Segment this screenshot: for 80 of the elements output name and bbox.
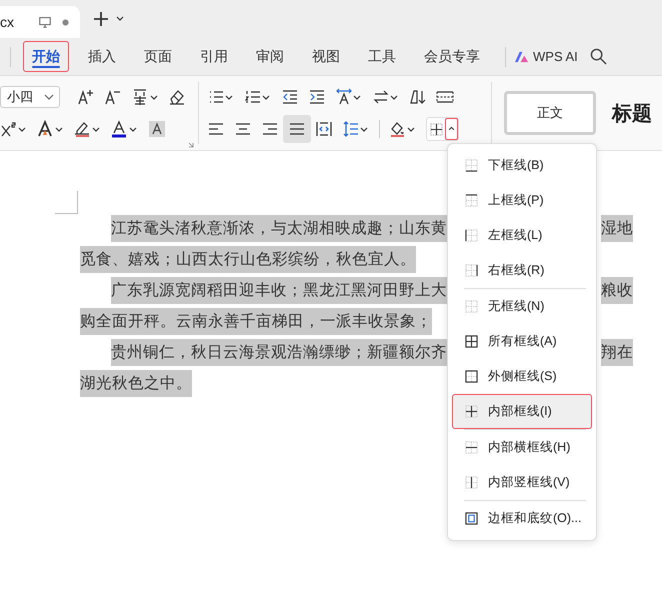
shrink-font-icon[interactable] — [104, 88, 122, 106]
menu-item[interactable]: 内部框线(I) — [452, 394, 592, 429]
line-spacing-icon[interactable] — [342, 120, 370, 138]
border-top-icon — [465, 194, 478, 207]
border-all-icon — [465, 335, 478, 348]
heading-style-tile[interactable]: 标题 — [612, 100, 652, 126]
menu-item-label: 下框线(B) — [488, 157, 544, 174]
font-size-value: 小四 — [7, 88, 33, 106]
ribbon-tab[interactable]: 页面 — [135, 41, 181, 72]
indent-icon[interactable] — [308, 88, 326, 106]
menu-item[interactable]: 无框线(N) — [452, 289, 592, 324]
menu-item-label: 边框和底纹(O)... — [488, 510, 582, 527]
document-text-fragment: 湿地 — [601, 215, 633, 242]
menu-item-label: 无框线(N) — [488, 298, 544, 315]
justify-icon[interactable] — [283, 115, 311, 143]
dialog-launcher-icon[interactable] — [188, 142, 194, 148]
menu-item[interactable]: 所有框线(A) — [452, 324, 592, 359]
ribbon-tab[interactable]: 会员专享 — [415, 41, 489, 72]
outdent-icon[interactable] — [281, 88, 299, 106]
menu-item[interactable]: 边框和底纹(O)... — [452, 501, 592, 536]
distributed-icon[interactable] — [315, 120, 333, 138]
document-tab-title: cx — [0, 14, 14, 30]
font-size-dropdown[interactable]: 小四 — [0, 86, 60, 108]
wps-ai-button[interactable]: WPS AI — [514, 49, 578, 64]
border-dialog-icon — [465, 512, 478, 525]
highlighter-icon[interactable] — [74, 120, 102, 138]
superscript-icon[interactable] — [0, 120, 28, 138]
menu-item-label: 上框线(P) — [488, 192, 544, 209]
caret-icon — [44, 94, 54, 100]
border-inside-h-icon — [465, 441, 478, 454]
inside-borders-icon — [430, 122, 443, 136]
search-icon[interactable] — [590, 48, 607, 65]
border-outside-icon — [465, 370, 478, 383]
menu-item[interactable]: 下框线(B) — [452, 148, 592, 183]
menu-item[interactable]: 外侧框线(S) — [452, 359, 592, 394]
borders-split-button[interactable] — [426, 117, 459, 141]
menu-item-label: 右框线(R) — [488, 262, 544, 279]
grow-font-icon[interactable] — [77, 88, 95, 106]
border-none-icon — [465, 300, 478, 313]
monitor-icon — [38, 15, 52, 29]
menu-item[interactable]: 内部竖框线(V) — [452, 465, 592, 500]
body-style-tile[interactable]: 正文 — [504, 91, 596, 135]
border-right-icon — [465, 264, 478, 277]
border-left-icon — [465, 229, 478, 242]
border-inside-v-icon — [465, 476, 478, 489]
ai-logo-icon — [514, 50, 529, 63]
collapse-caret-icon[interactable] — [445, 118, 458, 140]
menu-item[interactable]: 内部横框线(H) — [452, 430, 592, 465]
unsaved-dot-icon — [62, 18, 69, 26]
menu-item[interactable]: 右框线(R) — [452, 253, 592, 288]
new-tab-icon[interactable] — [92, 11, 124, 27]
menu-item-label: 左框线(L) — [488, 227, 542, 244]
font-color-icon[interactable] — [111, 120, 139, 138]
document-text-fragment: 翔在 — [601, 339, 633, 366]
document-tab[interactable]: cx — [0, 6, 80, 38]
document-text-fragment: 粮收 — [601, 277, 633, 304]
phonetic-guide-icon[interactable] — [131, 88, 159, 106]
menu-item-label: 内部框线(I) — [488, 403, 552, 420]
wps-ai-label: WPS AI — [533, 49, 578, 64]
ribbon-tab[interactable]: 开始 — [23, 41, 69, 72]
eraser-icon[interactable] — [168, 88, 186, 106]
ribbon-tab[interactable]: 视图 — [303, 41, 349, 72]
menu-item[interactable]: 上框线(P) — [452, 183, 592, 218]
menu-item[interactable]: 左框线(L) — [452, 218, 592, 253]
text-effect-icon[interactable] — [37, 120, 65, 138]
shading-icon[interactable] — [389, 120, 417, 138]
menu-item-label: 内部竖框线(V) — [488, 474, 570, 491]
ribbon-tab[interactable]: 审阅 — [247, 41, 293, 72]
ribbon-tab[interactable]: 插入 — [79, 41, 125, 72]
ribbon-tab[interactable]: 工具 — [359, 41, 405, 72]
menu-item-label: 外侧框线(S) — [488, 368, 557, 385]
menu-item-label: 所有框线(A) — [488, 333, 557, 350]
character-shading-icon[interactable] — [148, 120, 166, 138]
ribbon-tab[interactable]: 引用 — [191, 41, 237, 72]
border-bottom-icon — [465, 159, 478, 172]
border-inside-icon — [465, 405, 478, 418]
menu-item-label: 内部横框线(H) — [488, 439, 570, 456]
character-spacing-icon[interactable] — [335, 88, 363, 106]
sort-icon[interactable] — [409, 88, 427, 106]
page-corner-mark — [55, 191, 78, 214]
